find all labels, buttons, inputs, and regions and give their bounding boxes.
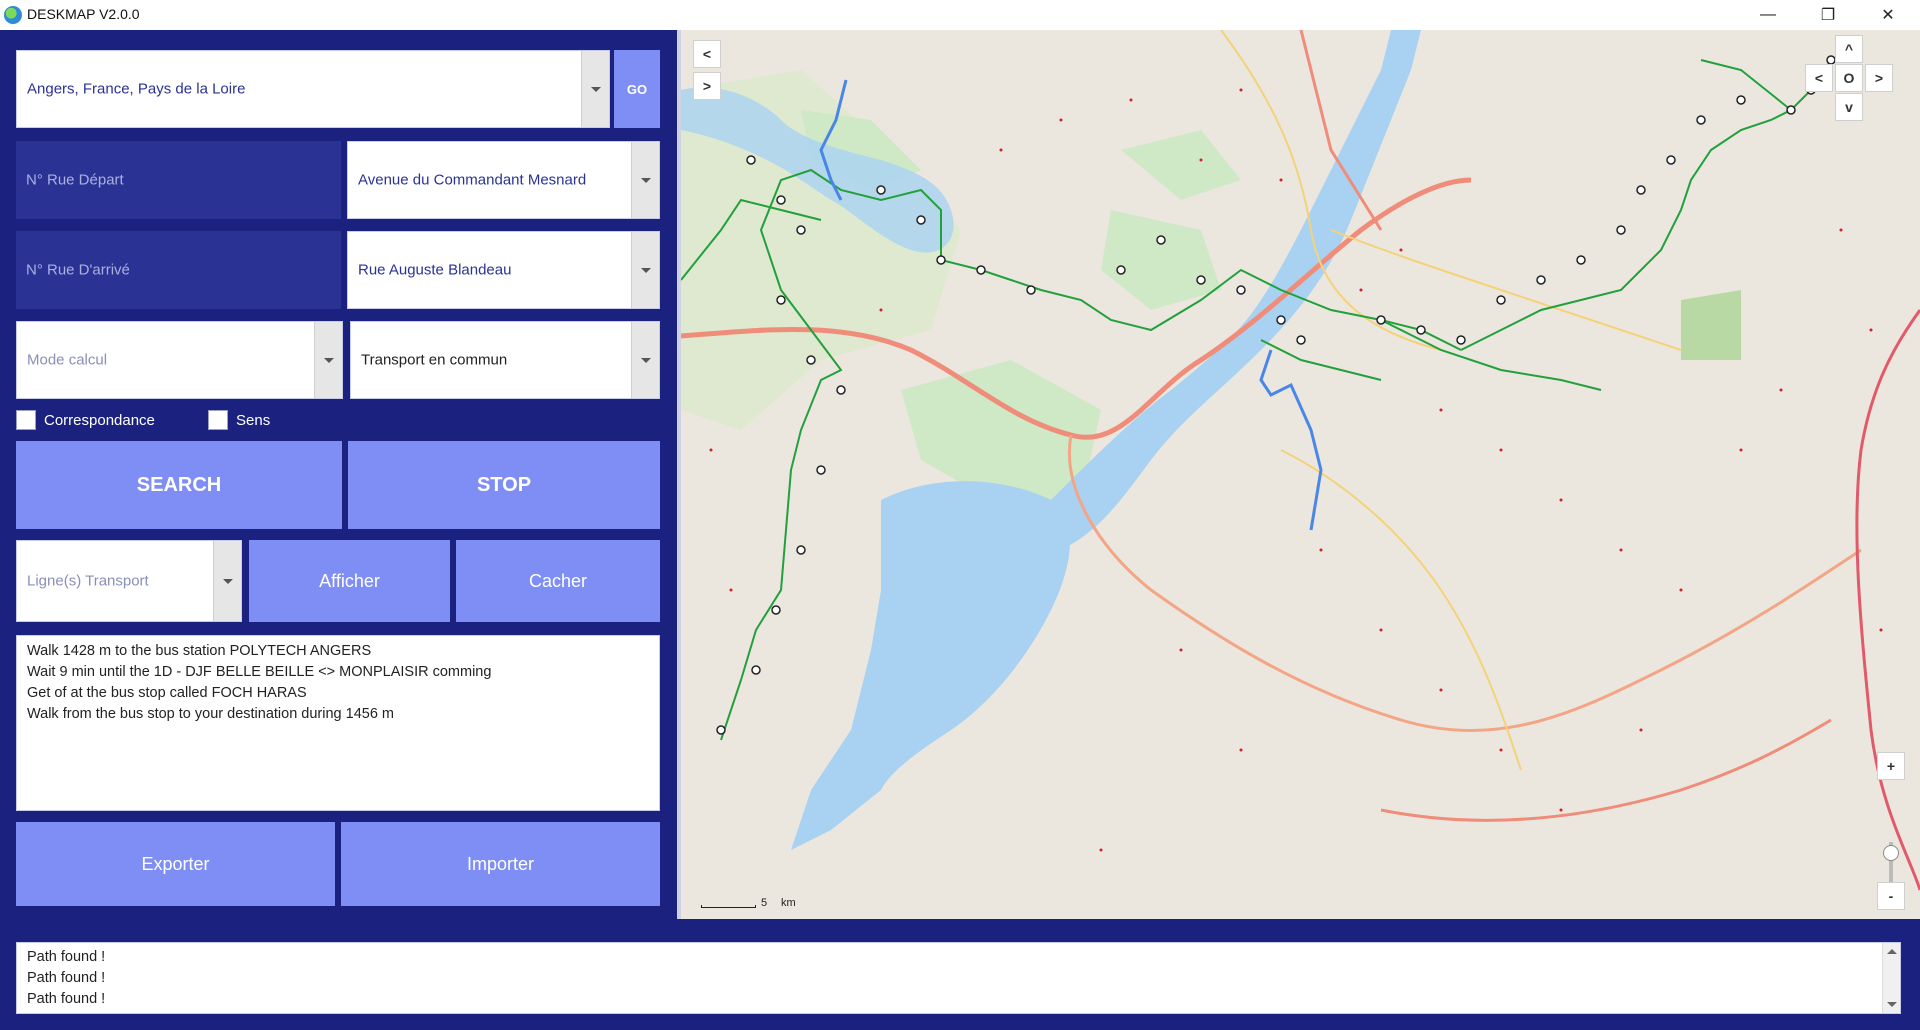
map-nav-left-button[interactable]: < — [1805, 64, 1833, 92]
log-scrollbar[interactable] — [1882, 943, 1900, 1013]
start-street-select[interactable]: Avenue du Commandant Mesnard — [347, 141, 660, 219]
chevron-down-icon — [590, 86, 601, 92]
maximize-button[interactable]: ❐ — [1805, 0, 1851, 30]
location-dropdown-button[interactable] — [581, 51, 609, 127]
map-canvas — [681, 30, 1920, 919]
chevron-down-icon — [640, 267, 651, 273]
chevron-down-icon — [323, 357, 334, 363]
mode-value-dropdown-button[interactable] — [631, 322, 659, 398]
transport-lines-placeholder: Ligne(s) Transport — [27, 572, 149, 590]
zoom-out-button[interactable]: - — [1877, 882, 1905, 910]
import-button[interactable]: Importer — [341, 822, 660, 906]
end-street-select[interactable]: Rue Auguste Blandeau — [347, 231, 660, 309]
map-nav-up-button[interactable]: ^ — [1835, 35, 1863, 63]
location-select[interactable]: Angers, France, Pays de la Loire — [16, 50, 610, 128]
start-street-dropdown-button[interactable] — [631, 142, 659, 218]
direction-line: Wait 9 min until the 1D - DJF BELLE BEIL… — [27, 664, 492, 680]
scale-bar — [701, 905, 756, 908]
transport-lines-dropdown-button[interactable] — [213, 541, 241, 621]
scale-value: 5 — [761, 897, 768, 909]
end-street-value: Rue Auguste Blandeau — [358, 261, 512, 279]
map-nav-right-button[interactable]: > — [1865, 64, 1893, 92]
control-panel: Angers, France, Pays de la Loire GO N° R… — [0, 30, 677, 919]
sens-checkbox[interactable] — [208, 410, 228, 430]
correspondance-checkbox[interactable] — [16, 410, 36, 430]
end-number-input[interactable]: N° Rue D'arrivé — [16, 231, 341, 309]
hide-lines-button[interactable]: Cacher — [456, 540, 660, 622]
start-street-value: Avenue du Commandant Mesnard — [358, 171, 587, 189]
map-pan-left-button[interactable]: < — [693, 40, 721, 68]
map-nav-center-button[interactable]: O — [1835, 64, 1863, 92]
map-pan-right-button[interactable]: > — [693, 72, 721, 100]
direction-line: Walk from the bus stop to your destinati… — [27, 706, 394, 722]
zoom-in-button[interactable]: + — [1877, 752, 1905, 780]
go-button[interactable]: GO — [614, 50, 660, 128]
park-area — [1681, 290, 1741, 360]
minimize-button[interactable]: — — [1745, 0, 1791, 30]
map-nav-down-button[interactable]: v — [1835, 93, 1863, 121]
start-number-placeholder: N° Rue Départ — [26, 171, 124, 189]
chevron-down-icon — [640, 357, 651, 363]
export-button[interactable]: Exporter — [16, 822, 335, 906]
chevron-down-icon — [640, 177, 651, 183]
mode-dropdown-button[interactable] — [314, 322, 342, 398]
correspondance-label: Correspondance — [44, 412, 155, 429]
sens-label: Sens — [236, 412, 271, 429]
chevron-down-icon — [222, 578, 233, 584]
direction-line: Get of at the bus stop called FOCH HARAS — [27, 685, 307, 701]
stop-button[interactable]: STOP — [348, 441, 660, 529]
log-line: Path found ! — [27, 991, 106, 1007]
scroll-down-icon[interactable] — [1887, 1002, 1897, 1007]
close-button[interactable]: ✕ — [1865, 0, 1911, 30]
end-street-dropdown-button[interactable] — [631, 232, 659, 308]
mode-select[interactable]: Mode calcul — [16, 321, 343, 399]
location-value: Angers, France, Pays de la Loire — [27, 80, 246, 98]
mode-value-select[interactable]: Transport en commun — [350, 321, 660, 399]
log-output[interactable]: Path found ! Path found ! Path found ! — [16, 942, 1901, 1014]
log-line: Path found ! — [27, 949, 106, 965]
direction-line: Walk 1428 m to the bus station POLYTECH … — [27, 643, 372, 659]
mode-placeholder: Mode calcul — [27, 351, 108, 369]
scroll-up-icon[interactable] — [1887, 949, 1897, 954]
end-number-placeholder: N° Rue D'arrivé — [26, 261, 130, 279]
directions-output[interactable]: Walk 1428 m to the bus station POLYTECH … — [16, 635, 660, 811]
app-globe-icon — [4, 6, 22, 24]
map-view[interactable]: < > ^ < O > v + - 5 km — [681, 30, 1920, 919]
zoom-slider-handle[interactable] — [1883, 845, 1899, 861]
window-title: DESKMAP V2.0.0 — [27, 6, 140, 22]
transport-lines-select[interactable]: Ligne(s) Transport — [16, 540, 242, 622]
mode-value: Transport en commun — [361, 351, 508, 369]
show-lines-button[interactable]: Afficher — [249, 540, 450, 622]
start-number-input[interactable]: N° Rue Départ — [16, 141, 341, 219]
log-line: Path found ! — [27, 970, 106, 986]
title-bar: DESKMAP V2.0.0 — ❐ ✕ — [0, 0, 1920, 30]
search-button[interactable]: SEARCH — [16, 441, 342, 529]
scale-unit: km — [781, 897, 796, 909]
